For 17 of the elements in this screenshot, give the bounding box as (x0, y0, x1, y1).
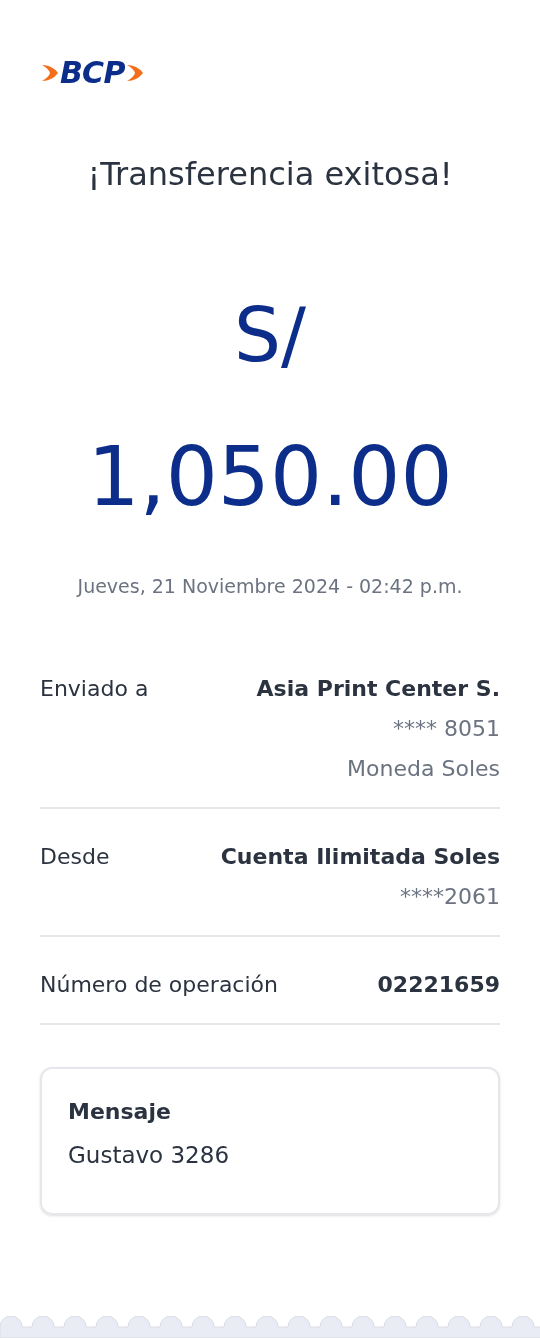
detail-value: Cuenta Ilimitada Soles (220, 842, 500, 871)
detail-value: **** 8051 (393, 714, 500, 743)
detail-value: ****2061 (400, 882, 500, 911)
message-text: Gustavo 3286 (68, 1140, 231, 1170)
success-title: ¡Transferencia exitosa! (86, 154, 454, 194)
detail-label: Desde (40, 842, 110, 871)
chevron-icon (40, 62, 60, 84)
transfer-date: Jueves, 21 Noviembre 2024 - 02:42 p.m. (75, 574, 464, 599)
message-title: Mensaje (68, 1097, 172, 1126)
amount-value: 1,050.00 (86, 436, 454, 518)
detail-label: Enviado a (40, 674, 149, 703)
logo-text: BCP (60, 58, 125, 88)
detail-value: Asia Print Center S. (256, 674, 500, 703)
detail-label: Número de operación (40, 970, 278, 999)
detail-value: Moneda Soles (347, 754, 500, 783)
currency-symbol: S/ (233, 298, 307, 372)
detail-value: 02221659 (377, 970, 500, 999)
